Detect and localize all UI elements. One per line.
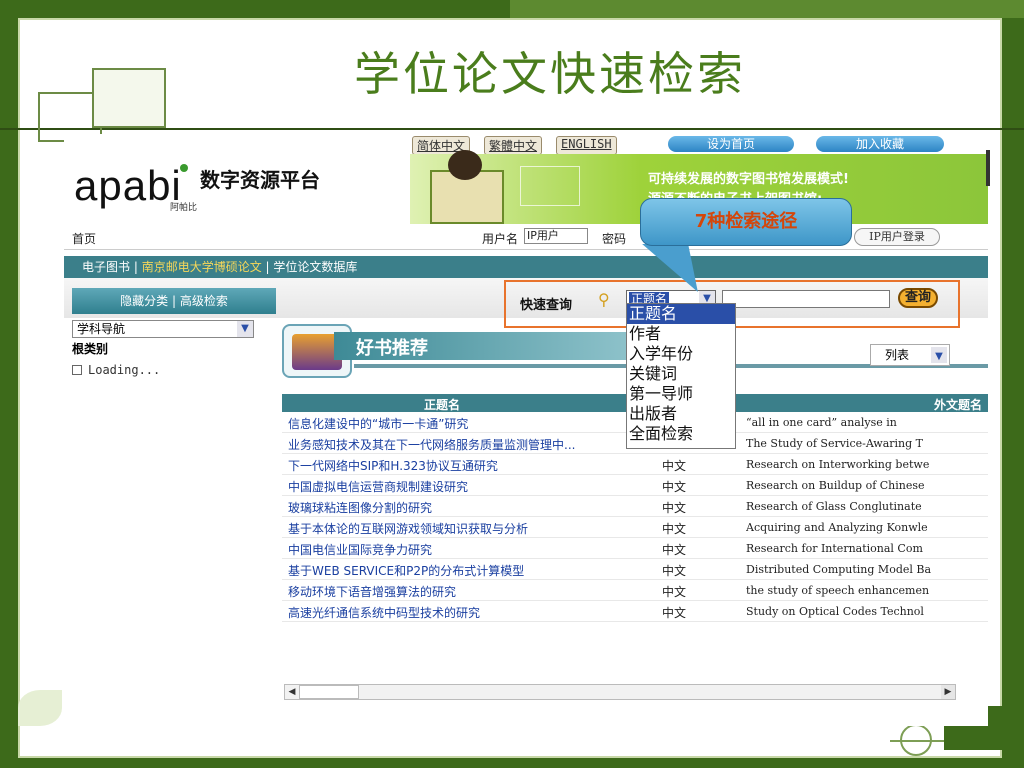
scroll-thumb[interactable] (299, 685, 359, 699)
ip-login-button[interactable]: IP用户登录 (854, 228, 940, 246)
row-title-link[interactable]: 下一代网络中SIP和H.323协议互通研究 (288, 457, 498, 474)
deco-band (510, 0, 1024, 18)
username-label: 用户名 (482, 232, 519, 246)
sidebar-tab[interactable]: 隐藏分类 | 高级检索 (72, 288, 276, 314)
frame-divider (0, 128, 1024, 130)
row-title-link[interactable]: 移动环境下语音增强算法的研究 (288, 583, 456, 600)
dropdown-option[interactable]: 作者 (627, 324, 735, 344)
scroll-left-icon[interactable]: ◀ (285, 685, 299, 699)
scroll-right-icon[interactable]: ▶ (941, 685, 955, 699)
logo-dot-icon (180, 164, 188, 172)
callout-bubble: 7种检索途径 (640, 198, 852, 246)
language-links: 简体中文 繁體中文 ENGLISH (412, 136, 617, 155)
row-title-link[interactable]: 基于本体论的互联网游戏领域知识获取与分析 (288, 520, 528, 537)
platform-name: 数字资源平台 (200, 168, 320, 192)
slide-title: 学位论文快速检索 (354, 47, 746, 101)
row-language: 中文 (662, 543, 687, 557)
row-foreign-title: “all in one card” analyse in (746, 416, 897, 429)
chevron-down-icon: ▼ (931, 347, 947, 363)
table-row[interactable]: 玻璃球粘连图像分割的研究 中文 Research of Glass Congluti… (282, 496, 988, 517)
crosshair-line (890, 740, 950, 742)
column-header-title[interactable]: 正题名 (424, 396, 460, 413)
table-row[interactable]: 基于WEB SERVICE和P2P的分布式计算模型 中文 Distributed C… (282, 559, 988, 580)
tree-node-icon (72, 365, 82, 375)
row-foreign-title: Research for International Com (746, 542, 923, 555)
table-row[interactable]: 移动环境下语音增强算法的研究 中文 the study of speech enha… (282, 580, 988, 601)
table-row[interactable]: 基于本体论的互联网游戏领域知识获取与分析 中文 Acquiring and Anal… (282, 517, 988, 538)
row-language: 中文 (662, 522, 687, 536)
column-header-foreign-title[interactable]: 外文题名 (934, 396, 982, 413)
lang-link-english[interactable]: ENGLISH (556, 136, 617, 155)
slide-frame-bottom (0, 758, 1024, 768)
dropdown-option[interactable]: 入学年份 (627, 344, 735, 364)
row-foreign-title: the study of speech enhancemen (746, 584, 930, 597)
horizontal-scrollbar[interactable]: ◀ ▶ (284, 684, 956, 700)
dropdown-option[interactable]: 关键词 (627, 364, 735, 384)
loading-text: Loading... (88, 363, 161, 377)
table-row[interactable]: 下一代网络中SIP和H.323协议互通研究 中文 Research on Inter… (282, 454, 988, 475)
row-title-link[interactable]: 高速光纤通信系统中码型技术的研究 (288, 604, 480, 621)
row-foreign-title: Acquiring and Analyzing Konwle (746, 521, 928, 534)
logo-subtitle: 阿帕比 (170, 203, 198, 213)
breadcrumb-prefix[interactable]: 电子图书 | (82, 260, 142, 274)
row-title-link[interactable]: 中国电信业国际竞争力研究 (288, 541, 432, 558)
row-title-link[interactable]: 基于WEB SERVICE和P2P的分布式计算模型 (288, 562, 524, 579)
row-language: 中文 (662, 459, 687, 473)
table-row[interactable]: 中国电信业国际竞争力研究 中文 Research for International… (282, 538, 988, 559)
subject-nav-select[interactable]: 学科导航 ▼ (72, 320, 254, 338)
row-language: 中文 (662, 585, 687, 599)
username-field[interactable]: IP用户 (524, 228, 588, 244)
row-foreign-title: Study on Optical Codes Technol (746, 605, 924, 618)
row-foreign-title: Distributed Computing Model Ba (746, 563, 932, 576)
row-foreign-title: The Study of Service-Awaring T (746, 437, 923, 450)
dropdown-option[interactable]: 第一导师 (627, 384, 735, 404)
slide-frame-right (1002, 0, 1024, 768)
sidebar: 学科导航 ▼ 根类别 Loading... (72, 320, 276, 377)
banner-slogan-1: 可持续发展的数字图书馆发展模式! (648, 172, 849, 187)
dropdown-option[interactable]: 正题名 (627, 304, 735, 324)
chevron-down-icon: ▼ (237, 321, 253, 337)
root-category-label: 根类别 (72, 342, 109, 356)
view-mode-value: 列表 (885, 348, 910, 362)
set-home-button[interactable]: 设为首页 (668, 136, 794, 152)
row-title-link[interactable]: 信息化建设中的“城市一卡通”研究 (288, 415, 468, 432)
row-language: 中文 (662, 606, 687, 620)
breadcrumb-suffix[interactable]: | 学位论文数据库 (262, 260, 358, 274)
breadcrumb-current[interactable]: 南京邮电大学博硕论文 (142, 260, 262, 274)
deco-square (92, 68, 166, 128)
child-head-icon (448, 150, 482, 180)
table-row[interactable]: 高速光纤通信系统中码型技术的研究 中文 Study on Optical Codes… (282, 601, 988, 622)
window-edge (986, 150, 990, 186)
row-title-link[interactable]: 中国虚拟电信运营商规制建设研究 (288, 478, 468, 495)
view-mode-select[interactable]: 列表 ▼ (870, 344, 950, 366)
breadcrumb: 电子图书 | 南京邮电大学博硕论文 | 学位论文数据库 (64, 256, 988, 278)
row-foreign-title: Research on Buildup of Chinese (746, 479, 925, 492)
search-field-dropdown[interactable]: 正题名 作者 入学年份 关键词 第一导师 出版者 全面检索 (626, 303, 736, 449)
recommend-title: 好书推荐 (356, 338, 428, 359)
row-title-link[interactable]: 业务感知技术及其在下一代网络服务质量监测管理中... (288, 436, 575, 453)
leaf-decoration (18, 690, 62, 726)
loading-tree: Loading... (72, 363, 276, 377)
slide-frame-left (0, 0, 18, 768)
row-language: 中文 (662, 501, 687, 515)
row-foreign-title: Research on Interworking betwe (746, 458, 930, 471)
dropdown-option[interactable]: 出版者 (627, 404, 735, 424)
home-link[interactable]: 首页 (72, 230, 96, 247)
table-row[interactable]: 中国虚拟电信运营商规制建设研究 中文 Research on Buildup of … (282, 475, 988, 496)
banner-graphic (520, 166, 580, 206)
lang-link-traditional[interactable]: 繁體中文 (484, 136, 543, 155)
add-favorite-button[interactable]: 加入收藏 (816, 136, 944, 152)
dropdown-option[interactable]: 全面检索 (627, 424, 735, 444)
password-label: 密码 (602, 232, 627, 246)
row-language: 中文 (662, 564, 687, 578)
row-title-link[interactable]: 玻璃球粘连图像分割的研究 (288, 499, 432, 516)
apabi-logo: apabi (74, 162, 182, 209)
row-foreign-title: Research of Glass Conglutinate (746, 500, 922, 513)
subject-nav-value: 学科导航 (77, 322, 126, 336)
row-language: 中文 (662, 480, 687, 494)
